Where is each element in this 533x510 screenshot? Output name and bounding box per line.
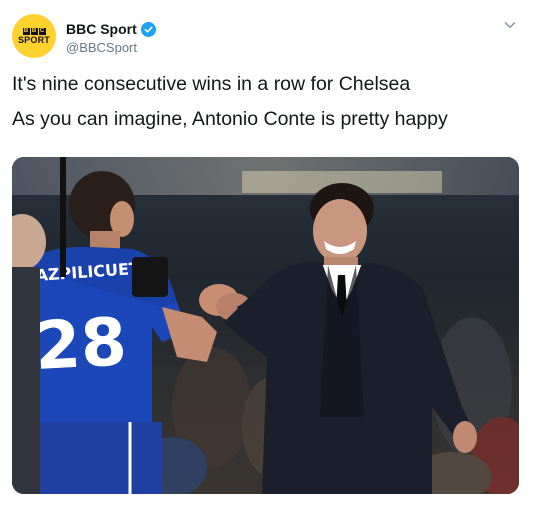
tweet-card: B B C SPORT BBC Sport @BBCSport It's nin… [0,0,533,510]
verified-badge-icon [140,21,156,37]
avatar[interactable]: B B C SPORT [12,14,56,58]
bbc-logo-icon: B B C [22,27,46,35]
chevron-down-icon[interactable] [503,18,517,32]
tweet-photo[interactable]: AZPILICUETA 28 [12,157,519,494]
tweet-text: It's nine consecutive wins in a row for … [12,72,517,142]
account-handle[interactable]: @BBCSport [66,40,137,55]
tweet-line: It's nine consecutive wins in a row for … [12,73,411,95]
avatar-sport-label: SPORT [17,34,50,45]
author-name-row[interactable]: BBC Sport [66,21,156,37]
display-name[interactable]: BBC Sport [66,21,137,37]
tweet-line: As you can imagine, Antonio Conte is pre… [12,108,448,130]
shirt-number: 28 [33,303,129,385]
